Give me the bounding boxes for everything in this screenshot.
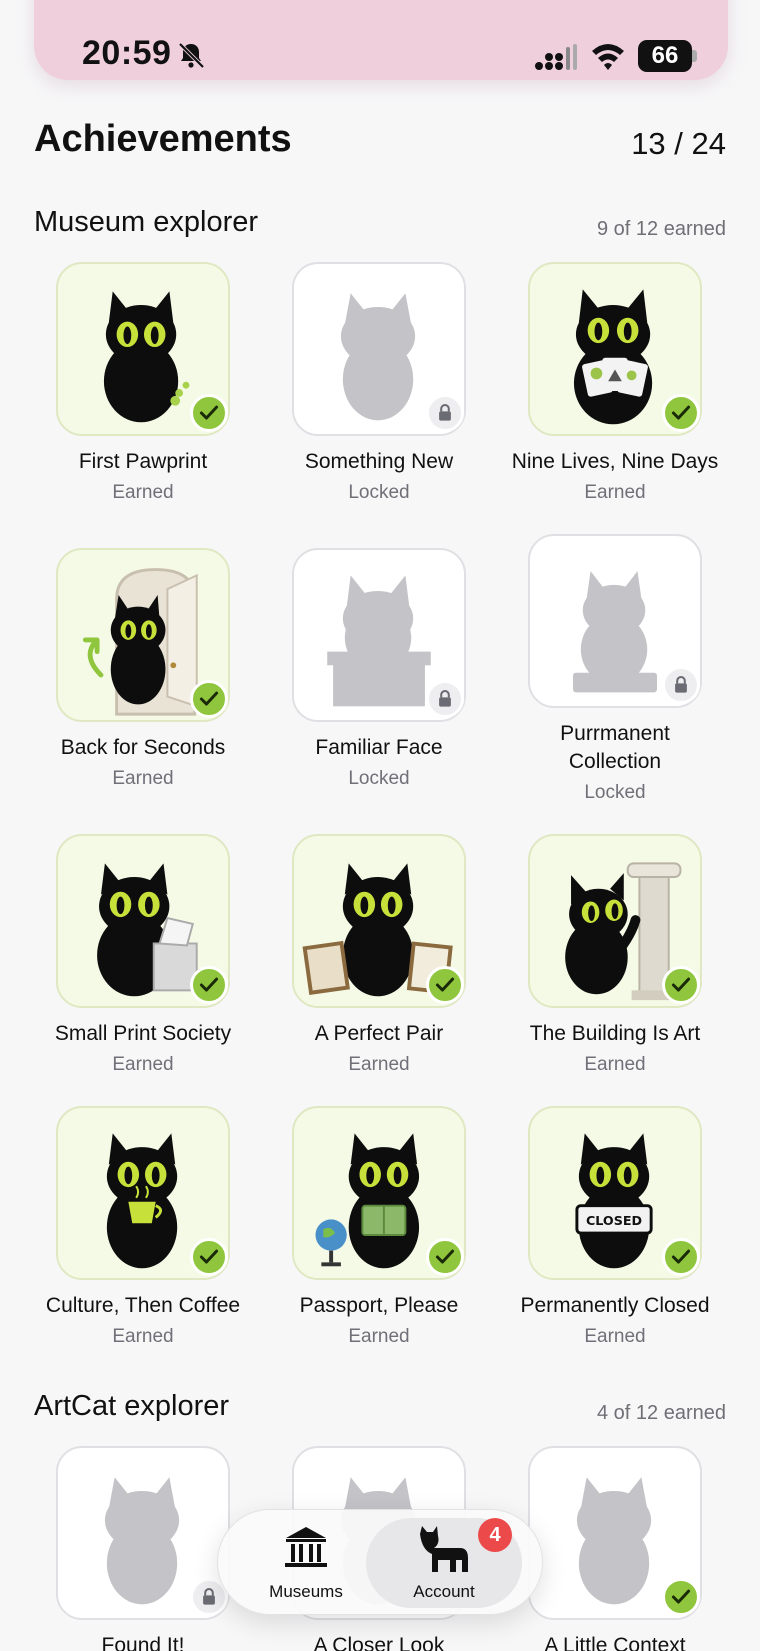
earned-check-icon bbox=[190, 394, 228, 432]
section-title-artcat-explorer: ArtCat explorer bbox=[34, 1390, 230, 1422]
battery-indicator: 66 bbox=[638, 40, 692, 72]
status-time: 20:59 bbox=[82, 34, 172, 72]
badge-name: Nine Lives, Nine Days bbox=[511, 450, 719, 473]
badge-status: Earned bbox=[348, 1326, 410, 1347]
badge-name: First Pawprint bbox=[78, 450, 208, 473]
badge-name: Something New bbox=[304, 450, 454, 473]
earned-check-icon bbox=[662, 966, 700, 1004]
badge-status: Earned bbox=[112, 482, 174, 503]
badge-status: Earned bbox=[584, 482, 646, 503]
badge-status: Earned bbox=[348, 1054, 410, 1075]
badge-first-pawprint[interactable]: First Pawprint Earned bbox=[8, 262, 244, 522]
bell-muted-icon bbox=[178, 42, 205, 69]
lock-icon bbox=[426, 394, 464, 432]
section-count-artcat-explorer: 4 of 12 earned bbox=[597, 1402, 726, 1424]
lock-icon bbox=[662, 666, 700, 704]
badge-found-it[interactable]: Found It! bbox=[8, 1446, 244, 1651]
badge-name: Small Print Society bbox=[54, 1022, 232, 1045]
badge-nine-lives-nine-days[interactable]: Nine Lives, Nine Days Earned bbox=[480, 262, 718, 522]
tab-museums[interactable]: Museums bbox=[228, 1518, 384, 1608]
badge-name: A Closer Look bbox=[313, 1634, 445, 1651]
badge-name: The Building Is Art bbox=[529, 1022, 701, 1045]
section-count-museum-explorer: 9 of 12 earned bbox=[597, 218, 726, 240]
badge-back-for-seconds[interactable]: Back for Seconds Earned bbox=[8, 548, 244, 808]
badge-name: Permanently Closed bbox=[520, 1294, 710, 1317]
cat-icon bbox=[420, 1526, 468, 1572]
earned-check-icon bbox=[190, 966, 228, 1004]
achievement-total: 13 / 24 bbox=[631, 126, 726, 161]
tab-label: Account bbox=[413, 1582, 475, 1601]
badge-permanently-closed[interactable]: CLOSED Permanently Closed Earned bbox=[480, 1106, 716, 1366]
earned-check-icon bbox=[662, 394, 700, 432]
badge-name: Purrmanent Collection bbox=[560, 722, 670, 773]
badge-status: Earned bbox=[584, 1054, 646, 1075]
badge-name: Passport, Please bbox=[299, 1294, 459, 1317]
badge-something-new[interactable]: Something New Locked bbox=[244, 262, 480, 522]
badge-name: A Perfect Pair bbox=[314, 1022, 444, 1045]
lock-icon bbox=[426, 680, 464, 718]
badge-passport-please[interactable]: Passport, Please Earned bbox=[244, 1106, 480, 1366]
notification-badge: 4 bbox=[478, 1518, 512, 1552]
tab-label: Museums bbox=[269, 1582, 343, 1601]
badge-name: Found It! bbox=[101, 1634, 185, 1651]
badge-familiar-face[interactable]: Familiar Face Locked bbox=[244, 548, 480, 808]
badge-status: Earned bbox=[112, 1054, 174, 1075]
badge-status: Earned bbox=[112, 768, 174, 789]
museum-icon bbox=[285, 1527, 327, 1567]
badge-culture-then-coffee[interactable]: Culture, Then Coffee Earned bbox=[8, 1106, 244, 1366]
badge-name: Familiar Face bbox=[315, 736, 443, 759]
earned-check-icon bbox=[190, 1238, 228, 1276]
badge-purrmanent-collection[interactable]: Purrmanent Collection Locked bbox=[480, 534, 716, 803]
badge-small-print-society[interactable]: Small Print Society Earned bbox=[8, 834, 244, 1094]
badge-the-building-is-art[interactable]: The Building Is Art Earned bbox=[480, 834, 716, 1094]
earned-check-icon bbox=[426, 1238, 464, 1276]
earned-check-icon bbox=[662, 1238, 700, 1276]
achievements-screen: 20:59 66 Achievements 13 / 24 Museum exp… bbox=[0, 0, 760, 1651]
badge-name: Culture, Then Coffee bbox=[45, 1294, 241, 1317]
earned-check-icon bbox=[426, 966, 464, 1004]
earned-check-icon bbox=[190, 680, 228, 718]
section-title-museum-explorer: Museum explorer bbox=[34, 206, 259, 238]
badge-status: Earned bbox=[584, 1326, 646, 1347]
badge-status: Locked bbox=[348, 482, 410, 503]
cellular-signal-icon bbox=[535, 44, 577, 70]
badge-name: A Little Context bbox=[544, 1634, 686, 1651]
badge-status: Locked bbox=[584, 782, 646, 803]
badge-a-perfect-pair[interactable]: A Perfect Pair Earned bbox=[244, 834, 480, 1094]
closed-sign-text: CLOSED bbox=[586, 1213, 642, 1228]
badge-status: Locked bbox=[348, 768, 410, 789]
badge-name: Back for Seconds bbox=[60, 736, 226, 759]
page-title: Achievements bbox=[34, 118, 292, 160]
wifi-icon bbox=[592, 44, 624, 70]
badge-status: Earned bbox=[112, 1326, 174, 1347]
battery-cap bbox=[692, 50, 697, 62]
earned-check-icon bbox=[662, 1578, 700, 1616]
